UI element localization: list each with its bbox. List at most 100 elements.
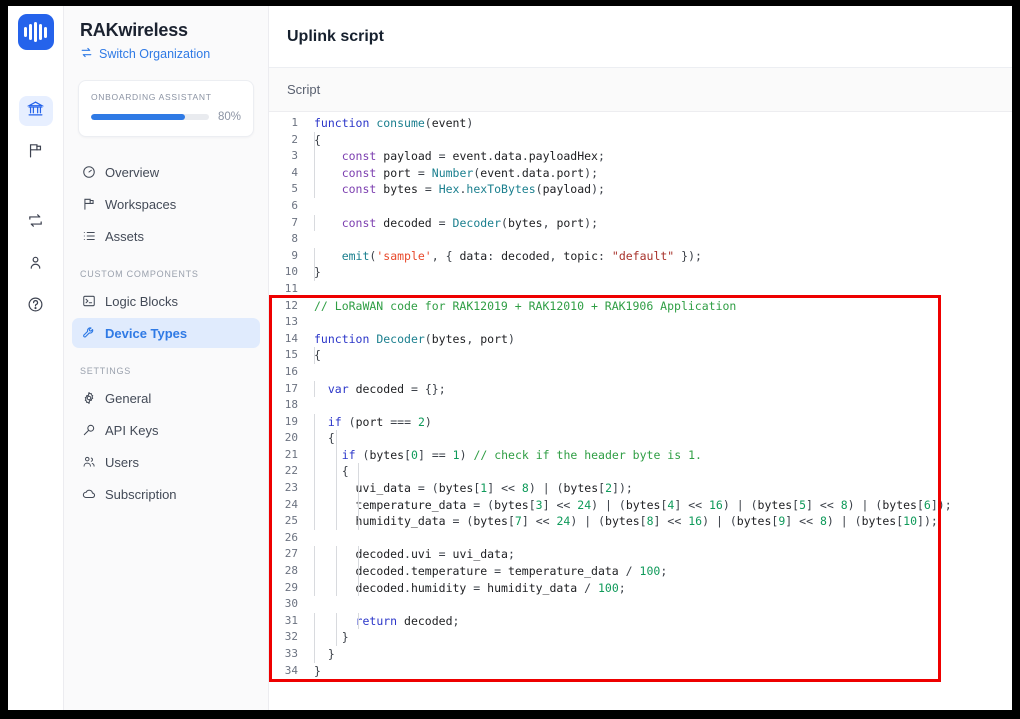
line-source[interactable]: function consume(event) (305, 115, 1012, 132)
line-source[interactable]: decoded.humidity = humidity_data / 100; (305, 579, 1012, 597)
line-source[interactable]: const bytes = Hex.hexToBytes(payload); (305, 181, 1012, 198)
code-line[interactable]: 14 function Decoder(bytes, port) (269, 331, 1012, 348)
switch-organization-button[interactable]: Switch Organization (64, 41, 268, 62)
code-line[interactable]: 3 const payload = event.data.payloadHex; (269, 148, 1012, 165)
line-number: 29 (284, 580, 298, 594)
code-line[interactable]: 34} (269, 663, 1012, 680)
sidebar-item-general[interactable]: General (72, 383, 260, 413)
rail-item-integrations[interactable] (19, 208, 53, 238)
line-source[interactable]: if (port === 2) (305, 413, 1012, 431)
script-tab-bar: Script (269, 68, 1012, 112)
gear-icon (81, 391, 96, 405)
sidebar-item-device-types[interactable]: Device Types (72, 318, 260, 348)
line-source[interactable]: humidity_data = (bytes[7] << 24) | (byte… (305, 513, 1012, 530)
rail-item-workspaces[interactable] (19, 138, 53, 168)
list-icon (81, 229, 96, 243)
line-source[interactable]: const decoded = Decoder(bytes, port); (305, 214, 1012, 232)
line-source[interactable]: { (305, 347, 1012, 364)
code-line[interactable]: 7 const decoded = Decoder(bytes, port); (269, 214, 1012, 232)
line-number: 33 (284, 647, 298, 660)
code-line[interactable]: 17 var decoded = {}; (269, 380, 1012, 398)
tab-script[interactable]: Script (287, 82, 320, 97)
code-line[interactable]: 22 { (269, 463, 1012, 481)
sidebar-item-users[interactable]: Users (72, 447, 260, 477)
sidebar-item-subscription[interactable]: Subscription (72, 479, 260, 509)
line-source[interactable]: { (305, 463, 1012, 481)
code-editor[interactable]: 1 function consume(event) 2{3 const payloa… (269, 112, 1012, 710)
code-line[interactable]: 19 if (port === 2) (269, 413, 1012, 431)
code-line[interactable]: 2{ (269, 131, 1012, 149)
code-line[interactable]: 12 // LoRaWAN code for RAK12019 + RAK1201… (269, 298, 1012, 315)
line-source[interactable]: } (305, 646, 1012, 663)
line-source[interactable]: // LoRaWAN code for RAK12019 + RAK12010 … (305, 298, 1012, 315)
line-number: 2 (291, 132, 298, 146)
line-number: 20 (284, 431, 298, 445)
line-source[interactable]: } (305, 663, 1012, 680)
icon-rail (8, 6, 64, 710)
line-number: 18 (284, 398, 298, 412)
code-line[interactable]: 27 decoded.uvi = uvi_data; (269, 546, 1012, 564)
code-line[interactable]: 15 { (269, 347, 1012, 364)
sidebar-item-assets[interactable]: Assets (72, 221, 260, 251)
code-line[interactable]: 23 uvi_data = (bytes[1] << 8) | (bytes[2… (269, 480, 1012, 497)
line-source[interactable]: function Decoder(bytes, port) (305, 331, 1012, 348)
line-source[interactable]: { (305, 131, 1012, 149)
sidebar-item-overview[interactable]: Overview (72, 157, 260, 187)
code-line[interactable]: 31 return decoded; (269, 612, 1012, 630)
code-line[interactable]: 13 (269, 314, 1012, 331)
code-line[interactable]: 4 const port = Number(event.data.port); (269, 164, 1012, 182)
code-line[interactable]: 20 { (269, 430, 1012, 447)
code-line[interactable]: 25 humidity_data = (bytes[7] << 24) | (b… (269, 513, 1012, 530)
code-line[interactable]: 5 const bytes = Hex.hexToBytes(payload); (269, 181, 1012, 198)
sidebar-main-list: Overview Workspaces Assets (64, 157, 268, 251)
code-line[interactable]: 6 (269, 198, 1012, 215)
line-source[interactable]: var decoded = {}; (305, 380, 1012, 398)
line-source[interactable]: } (305, 264, 1012, 281)
sidebar-nav: RAKwireless Switch Organization ONBOARDI… (64, 6, 269, 710)
rakwireless-logo[interactable] (17, 14, 54, 50)
code-lines[interactable]: 1 function consume(event) 2{3 const payloa… (269, 115, 1012, 679)
line-source[interactable]: emit('sample', { data: decoded, topic: "… (305, 247, 1012, 265)
line-source[interactable]: return decoded; (305, 612, 1012, 630)
code-line[interactable]: 9 emit('sample', { data: decoded, topic:… (269, 247, 1012, 265)
onboarding-progress-fill (91, 114, 186, 120)
line-source[interactable]: if (bytes[0] == 1) // check if the heade… (305, 446, 1012, 464)
organization-icon (26, 100, 45, 122)
code-line[interactable]: 21 if (bytes[0] == 1) // check if the he… (269, 446, 1012, 464)
line-source[interactable]: uvi_data = (bytes[1] << 8) | (bytes[2]); (305, 480, 1012, 497)
line-source[interactable]: const payload = event.data.payloadHex; (305, 148, 1012, 165)
key-icon (81, 423, 96, 437)
sidebar-item-workspaces[interactable]: Workspaces (72, 189, 260, 219)
rail-item-account[interactable] (19, 250, 53, 280)
code-line[interactable]: 30 (269, 596, 1012, 613)
rail-item-help[interactable] (19, 292, 53, 322)
line-source[interactable]: { (305, 430, 1012, 447)
onboarding-assistant-card[interactable]: ONBOARDING ASSISTANT 80% (78, 80, 254, 137)
code-line[interactable]: 29 decoded.humidity = humidity_data / 10… (269, 579, 1012, 597)
code-line[interactable]: 8 (269, 231, 1012, 248)
code-line[interactable]: 28 decoded.temperature = temperature_dat… (269, 563, 1012, 580)
code-line[interactable]: 10} (269, 264, 1012, 281)
wrench-icon (81, 326, 96, 340)
code-line[interactable]: 11 (269, 281, 1012, 298)
line-number: 27 (284, 547, 298, 561)
code-line[interactable]: 16 (269, 364, 1012, 381)
line-source[interactable]: decoded.temperature = temperature_data /… (305, 563, 1012, 580)
code-line[interactable]: 18 (269, 397, 1012, 414)
rail-item-organization[interactable] (18, 96, 53, 126)
line-source[interactable]: } (305, 629, 1012, 646)
line-source[interactable]: decoded.uvi = uvi_data; (305, 546, 1012, 564)
line-source[interactable]: const port = Number(event.data.port); (305, 164, 1012, 182)
code-line[interactable]: 33 } (269, 646, 1012, 663)
line-number: 22 (284, 464, 298, 478)
line-number: 21 (284, 447, 298, 461)
code-line[interactable]: 1 function consume(event) (269, 115, 1012, 132)
line-number: 28 (284, 564, 298, 578)
code-line[interactable]: 26 (269, 530, 1012, 547)
code-line[interactable]: 24 temperature_data = (bytes[3] << 24) |… (269, 496, 1012, 514)
line-source[interactable]: temperature_data = (bytes[3] << 24) | (b… (305, 496, 1012, 514)
sidebar-item-api-keys[interactable]: API Keys (72, 415, 260, 445)
sidebar-item-label: Users (105, 454, 139, 470)
code-line[interactable]: 32 } (269, 629, 1012, 646)
sidebar-item-logic-blocks[interactable]: Logic Blocks (72, 286, 260, 316)
